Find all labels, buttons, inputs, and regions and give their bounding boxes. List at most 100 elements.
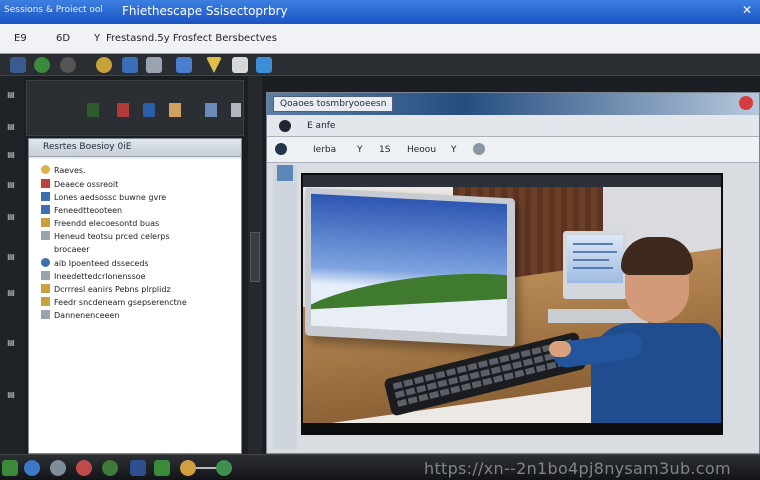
list-item[interactable]: Dcrrresl eanirs Pebns plrplidz (41, 284, 171, 296)
pane-header: Resrtes Boesioy 0iE (29, 139, 241, 157)
media-window: Qoaoes tosmbryooeesn E anfe Ierba Y 1S H… (266, 92, 760, 454)
list-item[interactable]: Freendd elecoesontd buas (41, 218, 159, 230)
person-hand (549, 341, 571, 357)
screen-line (573, 267, 613, 269)
play-icon[interactable] (275, 143, 287, 155)
rail-icon[interactable]: ▤ (3, 150, 19, 160)
document-icon[interactable] (205, 103, 217, 117)
video-topbar (303, 175, 721, 187)
menu-item[interactable]: E9 (14, 33, 27, 44)
list-item[interactable]: Raeves. (41, 165, 86, 177)
app-icon[interactable] (102, 460, 118, 476)
screen-line (573, 251, 617, 253)
list-item[interactable]: Feedr sncdeneam gsepserenctne (41, 297, 187, 309)
app-icon[interactable] (154, 460, 170, 476)
settings-icon[interactable] (473, 143, 485, 155)
front-monitor-screen (311, 193, 507, 337)
list-item[interactable]: Deaece ossreoit (41, 179, 118, 191)
taskbar: https://xn--2n1bo4pj8nysam3ub.com (0, 454, 760, 480)
list-item[interactable]: brocaeer (41, 244, 90, 256)
back-monitor-screen (567, 235, 623, 283)
app-icon[interactable] (50, 460, 66, 476)
document-icon (41, 231, 50, 240)
watermark: https://xn--2n1bo4pj8nysam3ub.com (424, 459, 731, 478)
divider (196, 467, 218, 469)
rail-icon[interactable]: ▤ (3, 338, 19, 348)
filter-icon[interactable] (206, 57, 222, 73)
document-icon[interactable] (87, 103, 99, 117)
video-frame[interactable] (301, 173, 723, 435)
menu-item[interactable]: Y (94, 33, 100, 44)
list-item[interactable]: Ineedettedcrlonenssoe (41, 271, 146, 283)
document-icon (41, 205, 50, 214)
toolbar (0, 54, 760, 76)
list-item[interactable]: aib Ipoenteed dsseceds (41, 258, 149, 270)
list-item[interactable]: Feneedtteooteen (41, 205, 122, 217)
screen-line (573, 259, 609, 261)
media-address-bar: E anfe (267, 115, 759, 137)
rail-icon[interactable]: ▤ (3, 288, 19, 298)
window-titlebar: Sessions & Proiect ool Fhiethescape Ssis… (0, 0, 760, 24)
splitter-handle[interactable] (250, 232, 260, 282)
refresh-icon[interactable] (34, 57, 50, 73)
rail-icon[interactable]: ▤ (3, 252, 19, 262)
app-icon[interactable] (76, 460, 92, 476)
media-tool[interactable]: Heoou (407, 145, 436, 155)
save-icon[interactable] (146, 57, 162, 73)
video-controls[interactable] (303, 423, 721, 433)
folder-icon[interactable] (122, 57, 138, 73)
document-icon[interactable] (117, 103, 129, 117)
document-icon (41, 192, 50, 201)
splitter[interactable] (248, 76, 262, 454)
home-icon[interactable] (96, 57, 112, 73)
media-sidebar (273, 165, 297, 449)
media-titlebar: Qoaoes tosmbryooeesn (267, 93, 759, 115)
media-tool[interactable]: Ierba (313, 145, 336, 155)
user-icon[interactable] (169, 103, 181, 117)
document-icon (41, 310, 50, 319)
folder-icon (41, 218, 50, 227)
media-tool[interactable]: 1S (379, 145, 390, 155)
start-icon[interactable] (2, 460, 18, 476)
rail-icon[interactable]: ▤ (3, 180, 19, 190)
document-icon (41, 179, 50, 188)
file-pane: Resrtes Boesioy 0iE Raeves. Deaece ossre… (28, 138, 242, 454)
list-item[interactable]: Heneud teotsu prced celerps (41, 231, 170, 243)
close-icon[interactable]: ✕ (738, 3, 756, 19)
media-tool[interactable]: Y (451, 145, 457, 155)
list-item[interactable]: Lones aedsossc buwne gvre (41, 192, 166, 204)
app-icon[interactable] (130, 460, 146, 476)
media-toolbar: Ierba Y 1S Heoou Y (267, 137, 759, 163)
app-icon[interactable] (180, 460, 196, 476)
info-icon[interactable] (256, 57, 272, 73)
app-icon[interactable] (216, 460, 232, 476)
back-icon[interactable] (10, 57, 26, 73)
stop-icon[interactable] (60, 57, 76, 73)
window-app-label: Sessions & Proiect ool (4, 5, 103, 15)
edit-icon[interactable] (232, 57, 248, 73)
back-icon[interactable] (279, 120, 291, 132)
blank-icon (41, 244, 50, 253)
close-icon[interactable] (739, 96, 753, 110)
thumbnail-icon[interactable] (277, 165, 293, 181)
window-title: Fhiethescape Ssisectoprbry (122, 4, 288, 18)
rail-icon[interactable]: ▤ (3, 122, 19, 132)
rail-icon[interactable]: ▤ (3, 212, 19, 222)
menu-item[interactable]: Frestasnd.5y Frosfect Bersbectves (106, 33, 277, 44)
menu-item[interactable]: 6D (56, 33, 70, 44)
document-icon[interactable] (231, 103, 241, 117)
menu-bar: E9 6D Y Frestasnd.5y Frosfect Bersbectve… (0, 24, 760, 54)
document-icon[interactable] (143, 103, 155, 117)
browser-icon[interactable] (24, 460, 40, 476)
person-hair (621, 237, 693, 275)
folder-icon (41, 284, 50, 293)
rail-icon[interactable]: ▤ (3, 90, 19, 100)
rail-icon[interactable]: ▤ (3, 390, 19, 400)
list-item[interactable]: Dannenenceeen (41, 310, 119, 322)
upload-icon[interactable] (176, 57, 192, 73)
media-tool[interactable]: Y (357, 145, 363, 155)
media-location: E anfe (307, 121, 336, 131)
media-title: Qoaoes tosmbryooeesn (273, 96, 394, 112)
bell-icon (41, 165, 50, 174)
folder-icon (41, 297, 50, 306)
